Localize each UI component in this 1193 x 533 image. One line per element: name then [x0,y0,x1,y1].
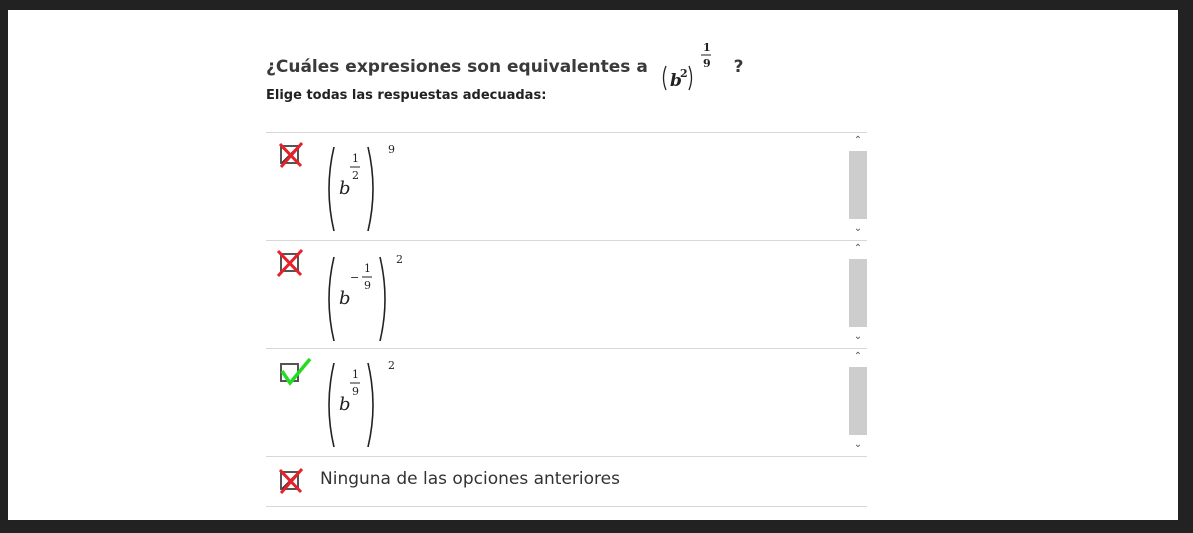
option-3-exp-num: 1 [352,368,359,381]
option-2[interactable]: b − 1 9 2 ⌃ ⌄ [266,241,867,347]
question-prefix: ¿Cuáles expresiones son equivalentes a [266,57,648,77]
option-3-outer-exp: 2 [388,359,395,372]
scrollbar-track[interactable] [849,259,867,327]
scrollbar-track[interactable] [849,151,867,219]
incorrect-mark-icon [276,248,304,278]
option-2-expression: b − 1 9 2 [328,253,403,342]
option-1[interactable]: b 1 2 9 ⌃ ⌄ [266,133,867,239]
instruction-text: Elige todas las respuestas adecuadas: [266,88,547,103]
chevron-up-icon[interactable]: ⌃ [849,133,867,149]
option-3-base: b [339,394,351,415]
option-1-exp-num: 1 [352,152,359,165]
scrollbar-track[interactable] [849,367,867,435]
option-4-label: Ninguna de las opciones anteriores [320,469,620,489]
incorrect-mark-icon [278,468,304,494]
chevron-up-icon[interactable]: ⌃ [849,349,867,365]
option-1-expression: b 1 2 9 [328,143,395,232]
option-2-exp-sign: − [350,271,359,284]
option-3-scrollbar[interactable]: ⌃ ⌄ [849,349,867,455]
option-3-exp-den: 9 [352,385,359,398]
question-outer-num: 1 [703,41,711,54]
question-inner-exp: 2 [680,67,688,80]
chevron-up-icon[interactable]: ⌃ [849,241,867,257]
option-3[interactable]: b 1 9 2 ⌃ ⌄ [266,349,867,455]
question-suffix: ? [733,57,744,77]
option-1-exp-den: 2 [352,169,359,182]
correct-mark-icon [280,357,312,386]
option-2-exp-den: 9 [364,279,371,292]
question-text: ¿Cuáles expresiones son equivalentes a b… [266,40,744,94]
option-2-base: b [339,288,351,309]
option-1-base: b [339,178,351,199]
divider [266,506,867,507]
question-expression: b 2 1 9 [662,41,711,91]
chevron-down-icon[interactable]: ⌄ [849,437,867,453]
option-2-outer-exp: 2 [396,253,403,266]
option-1-outer-exp: 9 [388,143,395,156]
option-1-scrollbar[interactable]: ⌃ ⌄ [849,133,867,239]
option-3-expression: b 1 9 2 [328,359,395,448]
incorrect-mark-icon [278,142,304,168]
chevron-down-icon[interactable]: ⌄ [849,329,867,345]
chevron-down-icon[interactable]: ⌄ [849,221,867,237]
question-outer-den: 9 [703,57,711,70]
option-4[interactable]: Ninguna de las opciones anteriores [266,457,867,506]
option-2-exp-num: 1 [364,262,371,275]
option-2-scrollbar[interactable]: ⌃ ⌄ [849,241,867,347]
